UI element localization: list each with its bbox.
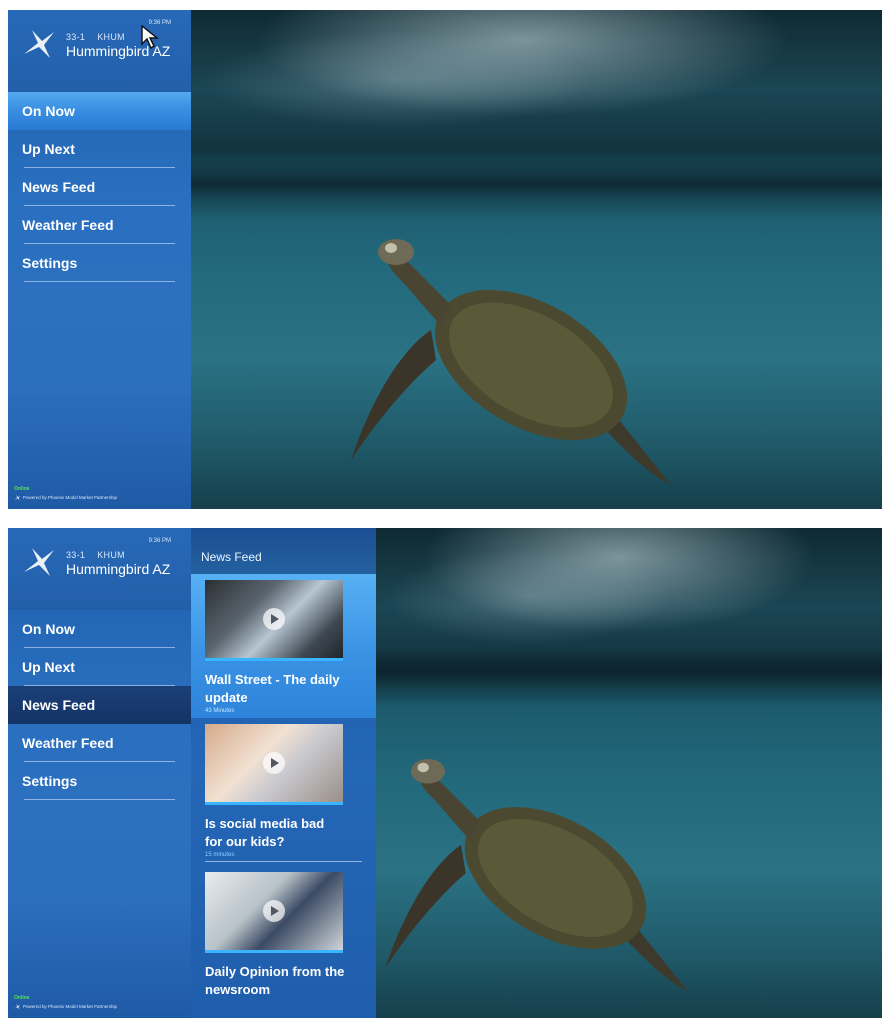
news-card[interactable]: Wall Street - The daily update 43 Minute… (191, 574, 376, 718)
divider (205, 861, 362, 862)
menu-item-up-next[interactable]: Up Next (8, 130, 191, 168)
sidebar: 33-1 KHUM Hummingbird AZ 9:36 PM On Now U… (8, 528, 191, 1018)
menu-item-label: News Feed (22, 697, 96, 713)
clock: 9:36 PM (148, 538, 171, 544)
menu-item-weather-feed[interactable]: Weather Feed (8, 206, 191, 244)
main-menu: On Now Up Next News Feed Weather Feed Se… (8, 610, 191, 800)
menu-item-label: Weather Feed (22, 735, 114, 751)
menu-item-label: On Now (22, 621, 75, 637)
powered-by-text: Powered by Phoenix Model Market Partners… (23, 495, 118, 500)
mouse-cursor-icon (141, 24, 159, 50)
online-status: Online (14, 486, 30, 492)
news-duration: 43 Minutes (205, 708, 235, 714)
news-feed-panel: News Feed Wall Street - The daily update… (191, 528, 376, 1018)
news-thumbnail (205, 872, 343, 950)
sea-turtle-image (385, 759, 688, 992)
play-icon (263, 608, 285, 630)
thumbnail-underline (205, 950, 343, 953)
thumbnail-underline (205, 658, 343, 661)
powered-by: Powered by Phoenix Model Market Partners… (14, 494, 117, 501)
hummingbird-logo-icon (14, 1004, 21, 1010)
menu-item-up-next[interactable]: Up Next (8, 648, 191, 686)
water-surface (376, 648, 882, 708)
divider (24, 799, 175, 800)
menu-item-weather-feed[interactable]: Weather Feed (8, 724, 191, 762)
powered-by: Powered by Phoenix Model Market Partners… (14, 1003, 117, 1010)
channel-info: 33-1 KHUM (66, 550, 137, 560)
news-thumbnail (205, 580, 343, 658)
online-status: Online (14, 995, 30, 1001)
station-header: 33-1 KHUM Hummingbird AZ 9:36 PM (8, 528, 191, 610)
play-icon (263, 752, 285, 774)
divider (24, 281, 175, 282)
menu-item-label: News Feed (22, 179, 96, 195)
news-thumbnail (205, 724, 343, 802)
news-title: Wall Street - The daily update (205, 672, 340, 705)
menu-item-on-now[interactable]: On Now (8, 610, 191, 648)
hummingbird-logo-icon (14, 495, 21, 501)
menu-item-on-now[interactable]: On Now (8, 92, 191, 130)
footer: Online Powered by Phoenix Model Market P… (14, 486, 117, 501)
menu-item-label: Settings (22, 773, 78, 789)
powered-by-text: Powered by Phoenix Model Market Partners… (23, 1004, 118, 1009)
menu-item-label: Up Next (22, 141, 75, 157)
news-title: Is social media bad for our kids? (205, 816, 325, 849)
footer: Online Powered by Phoenix Model Market P… (14, 995, 117, 1010)
screen-on-now: 33-1 KHUM Hummingbird AZ 9:36 PM On Now U… (8, 10, 882, 509)
hummingbird-logo-icon (24, 30, 54, 58)
background-video (376, 528, 882, 1018)
menu-item-label: Settings (22, 255, 78, 271)
screen-news-feed: 33-1 KHUM Hummingbird AZ 9:36 PM On Now U… (8, 528, 882, 1018)
thumbnail-underline (205, 802, 343, 805)
menu-item-settings[interactable]: Settings (8, 244, 191, 282)
sea-turtle-image (351, 239, 671, 485)
news-duration: 15 minutes (205, 852, 235, 858)
channel-number: 33-1 (66, 32, 86, 42)
news-card[interactable]: Daily Opinion from the newsroom (191, 866, 376, 1003)
menu-item-news-feed[interactable]: News Feed (8, 686, 191, 724)
water-surface (191, 160, 882, 220)
menu-item-label: Weather Feed (22, 217, 114, 233)
menu-item-label: Up Next (22, 659, 75, 675)
channel-info: 33-1 KHUM (66, 32, 137, 42)
menu-item-settings[interactable]: Settings (8, 762, 191, 800)
menu-item-news-feed[interactable]: News Feed (8, 168, 191, 206)
hummingbird-logo-icon (24, 548, 54, 576)
play-icon (263, 900, 285, 922)
news-title: Daily Opinion from the newsroom (205, 964, 345, 997)
station-name: Hummingbird AZ (66, 561, 171, 577)
station-header: 33-1 KHUM Hummingbird AZ 9:36 PM (8, 10, 191, 92)
main-menu: On Now Up Next News Feed Weather Feed Se… (8, 92, 191, 282)
menu-item-label: On Now (22, 103, 75, 119)
channel-number: 33-1 (66, 550, 86, 560)
news-card[interactable]: Is social media bad for our kids? 15 min… (191, 718, 376, 866)
callsign: KHUM (97, 32, 125, 42)
sidebar: 33-1 KHUM Hummingbird AZ 9:36 PM On Now U… (8, 10, 191, 509)
callsign: KHUM (97, 550, 125, 560)
background-video (191, 10, 882, 509)
news-feed-header: News Feed (191, 528, 376, 574)
